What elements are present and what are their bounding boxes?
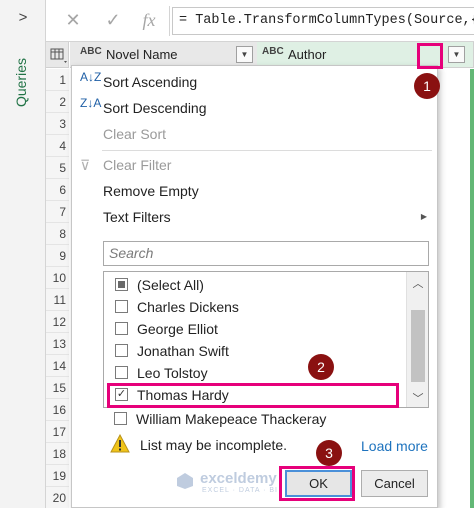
formula-bar: ✕ ✓ fx = Table.TransformColumnTypes(Sour… — [46, 0, 474, 42]
sort-ascending-icon: A↓Z — [80, 70, 102, 84]
watermark-name: exceldemy — [200, 470, 277, 487]
menu-item-sort-ascending[interactable]: A↓Z Sort Ascending — [72, 69, 437, 95]
menu-item-sort-descending[interactable]: Z↓A Sort Descending — [72, 95, 437, 121]
menu-item-label: Clear Filter — [103, 157, 172, 173]
list-item-label: Jonathan Swift — [137, 343, 229, 359]
row-number: 8 — [46, 223, 69, 245]
table-corner-menu-button[interactable] — [46, 42, 69, 68]
row-number: 3 — [46, 113, 69, 135]
sort-descending-icon: Z↓A — [80, 96, 102, 110]
filter-search-input[interactable]: Search — [103, 241, 429, 266]
row-number: 20 — [46, 487, 69, 508]
row-number: 17 — [46, 421, 69, 443]
list-item-label: Leo Tolstoy — [137, 365, 208, 381]
list-scrollbar[interactable]: ︿ ﹀ — [406, 272, 428, 407]
menu-item-clear-sort: Clear Sort — [72, 121, 437, 147]
menu-item-remove-empty[interactable]: Remove Empty — [72, 178, 437, 204]
row-number: 14 — [46, 355, 69, 377]
scrollbar-thumb[interactable] — [411, 310, 425, 382]
column-header-label: Author — [288, 47, 327, 62]
submenu-arrow-icon: ▶ — [420, 212, 427, 221]
column-header-label: Novel Name — [106, 47, 178, 62]
menu-item-clear-filter: ⊽ Clear Filter — [72, 152, 437, 178]
fx-icon[interactable]: fx — [138, 10, 160, 31]
row-number: 11 — [46, 289, 69, 311]
expand-queries-button[interactable]: > — [14, 9, 32, 27]
annotation-badge-2: 2 — [308, 354, 334, 380]
list-item-label: George Elliot — [137, 321, 218, 337]
list-item[interactable]: Charles Dickens — [104, 296, 400, 318]
filter-dropdown-menu: A↓Z Sort Ascending Z↓A Sort Descending C… — [71, 65, 438, 508]
menu-item-label: Sort Descending — [103, 100, 207, 116]
author-column-cells[interactable] — [435, 69, 474, 508]
checkbox[interactable] — [115, 300, 128, 313]
list-item[interactable]: George Elliot — [104, 318, 400, 340]
checkbox-partial[interactable] — [115, 278, 128, 291]
row-number-column: 1 2 3 4 5 6 7 8 9 10 11 12 13 14 15 16 1… — [46, 69, 69, 508]
row-number: 18 — [46, 443, 69, 465]
row-number: 12 — [46, 311, 69, 333]
list-item[interactable]: Jonathan Swift — [104, 340, 400, 362]
list-item-label: Charles Dickens — [137, 299, 239, 315]
column-quality-bar — [470, 69, 474, 508]
row-number: 10 — [46, 267, 69, 289]
row-number: 15 — [46, 377, 69, 399]
cancel-formula-icon[interactable]: ✕ — [62, 10, 84, 31]
annotation-badge-1: 1 — [414, 73, 440, 99]
warning-text: List may be incomplete. — [140, 437, 288, 453]
row-number: 13 — [46, 333, 69, 355]
list-item-label: (Select All) — [137, 277, 204, 293]
row-number: 6 — [46, 179, 69, 201]
row-number: 16 — [46, 399, 69, 421]
formula-text: = Table.TransformColumnTypes(Source,{{ — [179, 13, 474, 28]
menu-item-label: Clear Sort — [103, 126, 167, 142]
power-query-editor: > Queries ✕ ✓ fx = Table.TransformColumn… — [0, 0, 474, 508]
warning-icon — [110, 434, 130, 453]
checkbox[interactable] — [115, 344, 128, 357]
row-number: 9 — [46, 245, 69, 267]
confirm-formula-icon[interactable]: ✓ — [102, 10, 124, 31]
load-more-link[interactable]: Load more — [361, 438, 428, 454]
checkbox[interactable] — [115, 366, 128, 379]
author-filter-dropdown-icon[interactable]: ▼ — [448, 46, 465, 63]
scroll-up-icon[interactable]: ︿ — [411, 275, 425, 290]
highlight-ok-button — [279, 466, 355, 501]
checkbox[interactable] — [115, 322, 128, 335]
row-number: 4 — [46, 135, 69, 157]
row-number: 5 — [46, 157, 69, 179]
column-filter-dropdown-icon[interactable]: ▼ — [236, 46, 253, 63]
watermark-tagline: EXCEL · DATA · BI — [202, 487, 278, 494]
queries-label[interactable]: Queries — [13, 58, 29, 107]
menu-item-text-filters[interactable]: Text Filters ▶ — [72, 204, 437, 230]
scroll-down-icon[interactable]: ﹀ — [411, 390, 425, 405]
list-item-select-all[interactable]: (Select All) — [104, 274, 400, 296]
menu-separator — [102, 150, 432, 151]
highlight-author-dropdown — [417, 43, 443, 69]
queries-pane: > Queries — [0, 0, 46, 508]
clear-filter-icon: ⊽ — [80, 157, 91, 173]
formula-bar-divider — [169, 6, 170, 36]
row-number: 19 — [46, 465, 69, 487]
menu-item-label: Sort Ascending — [103, 74, 198, 90]
text-type-icon[interactable]: ABC — [262, 46, 284, 57]
exceldemy-logo-icon — [177, 473, 193, 489]
highlight-thomas-hardy — [107, 383, 399, 408]
row-number: 7 — [46, 201, 69, 223]
formula-input[interactable]: = Table.TransformColumnTypes(Source,{{"N — [172, 7, 474, 35]
menu-item-label: Remove Empty — [103, 183, 199, 199]
menu-item-label: Text Filters — [103, 209, 171, 225]
list-item[interactable]: William Makepeace Thackeray — [103, 408, 399, 430]
list-item[interactable]: Leo Tolstoy — [104, 362, 400, 384]
text-type-icon[interactable]: ABC — [80, 46, 102, 57]
checkbox[interactable] — [114, 412, 127, 425]
row-number: 1 — [46, 69, 69, 91]
annotation-badge-3: 3 — [316, 440, 342, 466]
table-icon — [50, 48, 67, 63]
row-number: 2 — [46, 91, 69, 113]
list-item-label: William Makepeace Thackeray — [136, 411, 327, 427]
cancel-button[interactable]: Cancel — [361, 470, 428, 497]
